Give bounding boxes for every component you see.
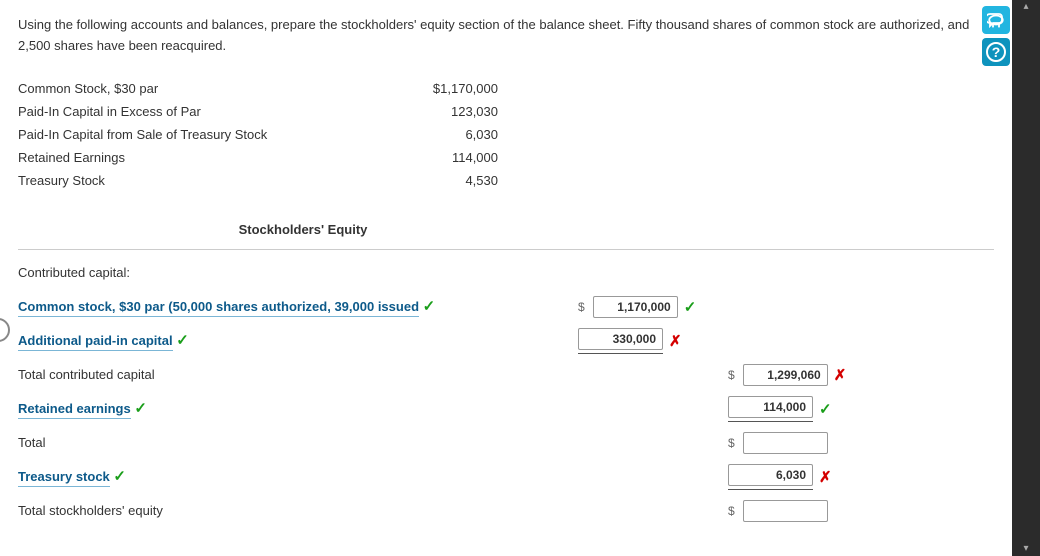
- total-label: Total: [18, 435, 578, 450]
- apic-dropdown[interactable]: Additional paid-in capital: [18, 333, 173, 351]
- given-label: Paid-In Capital in Excess of Par: [18, 100, 398, 123]
- cross-icon: ✗: [669, 332, 682, 350]
- total-contributed-label: Total contributed capital: [18, 367, 578, 382]
- check-icon: ✓: [684, 298, 697, 316]
- total-contributed-input[interactable]: [743, 364, 828, 386]
- apic-input[interactable]: [578, 328, 663, 350]
- given-label: Common Stock, $30 par: [18, 77, 398, 100]
- check-icon: ✓: [113, 467, 126, 485]
- given-accounts-table: Common Stock, $30 par$1,170,000 Paid-In …: [18, 77, 498, 192]
- check-icon: ✓: [134, 399, 147, 417]
- dollar-sign: $: [728, 504, 735, 518]
- floating-icons: ?: [982, 6, 1010, 66]
- scroll-up-icon[interactable]: ▴: [1012, 0, 1040, 14]
- total-se-label: Total stockholders' equity: [18, 503, 578, 518]
- given-label: Treasury Stock: [18, 169, 398, 192]
- equity-block: Contributed capital: Common stock, $30 p…: [18, 249, 994, 556]
- problem-intro: Using the following accounts and balance…: [18, 15, 994, 57]
- cross-icon: ✗: [834, 366, 847, 384]
- check-icon: ✓: [423, 297, 436, 315]
- chat-icon[interactable]: [982, 6, 1010, 34]
- contributed-capital-label: Contributed capital:: [18, 265, 578, 280]
- given-value: 4,530: [398, 169, 498, 192]
- left-decorator-circle: [0, 318, 10, 342]
- check-icon: ✓: [819, 400, 832, 418]
- common-stock-dropdown[interactable]: Common stock, $30 par (50,000 shares aut…: [18, 299, 419, 317]
- cross-icon: ✗: [819, 468, 832, 486]
- given-value: $1,170,000: [398, 77, 498, 100]
- total-se-input[interactable]: [743, 500, 828, 522]
- retained-earnings-input[interactable]: [728, 396, 813, 418]
- dollar-sign: $: [578, 300, 585, 314]
- check-icon: ✓: [176, 331, 189, 349]
- retained-earnings-dropdown[interactable]: Retained earnings: [18, 401, 131, 419]
- given-value: 123,030: [398, 100, 498, 123]
- dollar-sign: $: [728, 436, 735, 450]
- content-area: Using the following accounts and balance…: [0, 0, 1012, 556]
- given-label: Retained Earnings: [18, 146, 398, 169]
- given-label: Paid-In Capital from Sale of Treasury St…: [18, 123, 398, 146]
- common-stock-input[interactable]: [593, 296, 678, 318]
- scroll-down-icon[interactable]: ▾: [1012, 542, 1040, 556]
- total-input[interactable]: [743, 432, 828, 454]
- treasury-stock-dropdown[interactable]: Treasury stock: [18, 469, 110, 487]
- treasury-stock-input[interactable]: [728, 464, 813, 486]
- help-icon[interactable]: ?: [982, 38, 1010, 66]
- right-dark-bar: ▴ ▾: [1012, 0, 1040, 556]
- given-value: 114,000: [398, 146, 498, 169]
- dollar-sign: $: [728, 368, 735, 382]
- equity-title: Stockholders' Equity: [18, 222, 588, 243]
- given-value: 6,030: [398, 123, 498, 146]
